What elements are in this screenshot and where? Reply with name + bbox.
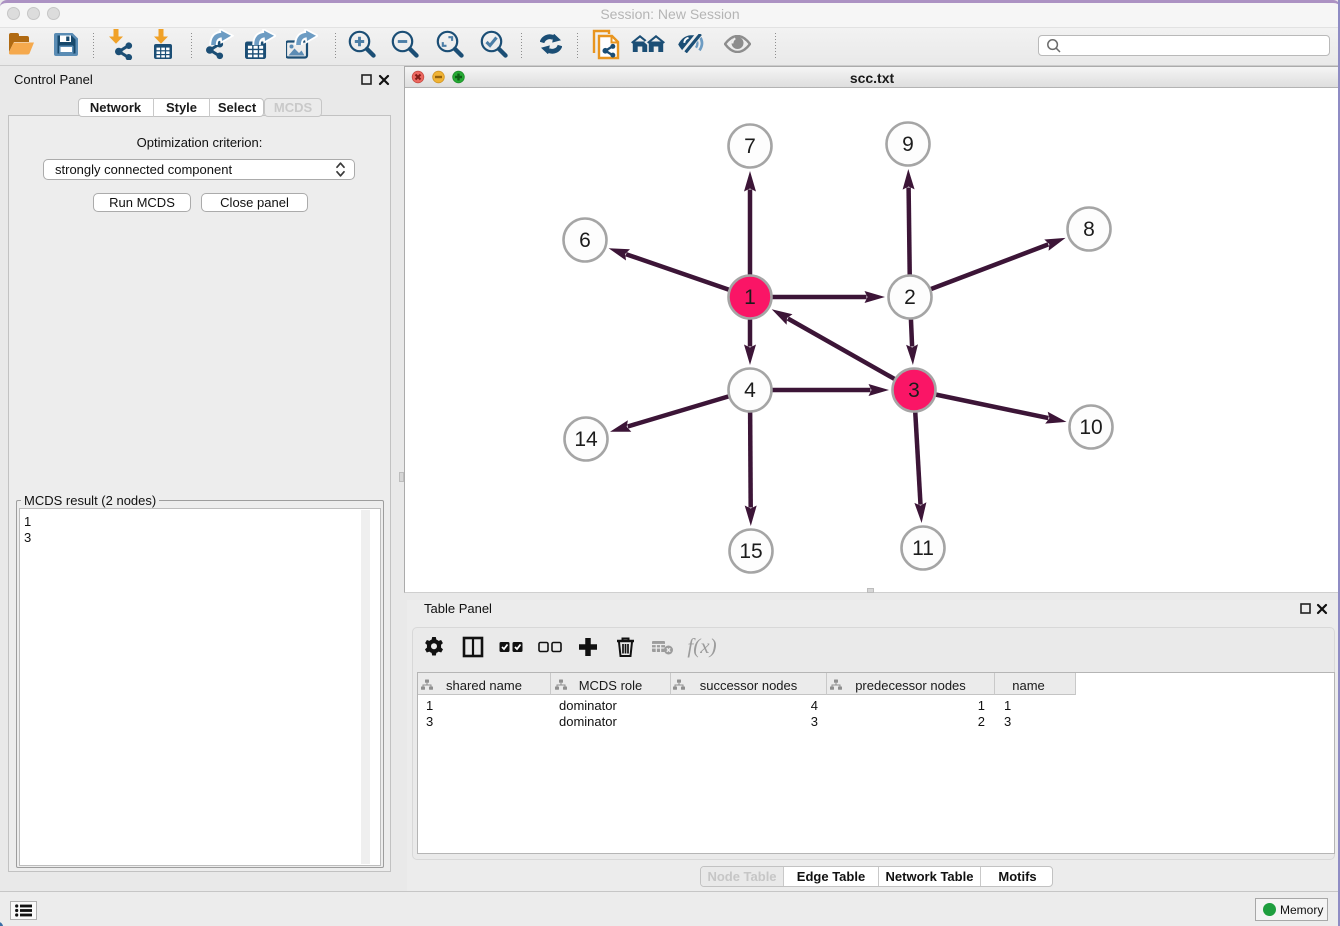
svg-text:3: 3 bbox=[908, 379, 920, 402]
svg-text:1: 1 bbox=[744, 286, 756, 309]
svg-text:6: 6 bbox=[579, 229, 591, 252]
svg-text:4: 4 bbox=[744, 379, 756, 402]
svg-text:14: 14 bbox=[574, 428, 598, 451]
svg-text:7: 7 bbox=[744, 135, 756, 158]
svg-text:10: 10 bbox=[1079, 416, 1102, 439]
svg-text:15: 15 bbox=[739, 540, 762, 563]
svg-text:f(x): f(x) bbox=[687, 634, 716, 658]
svg-text:9: 9 bbox=[902, 133, 914, 156]
svg-text:11: 11 bbox=[912, 537, 934, 560]
svg-text:2: 2 bbox=[904, 286, 916, 309]
svg-text:8: 8 bbox=[1083, 218, 1095, 241]
